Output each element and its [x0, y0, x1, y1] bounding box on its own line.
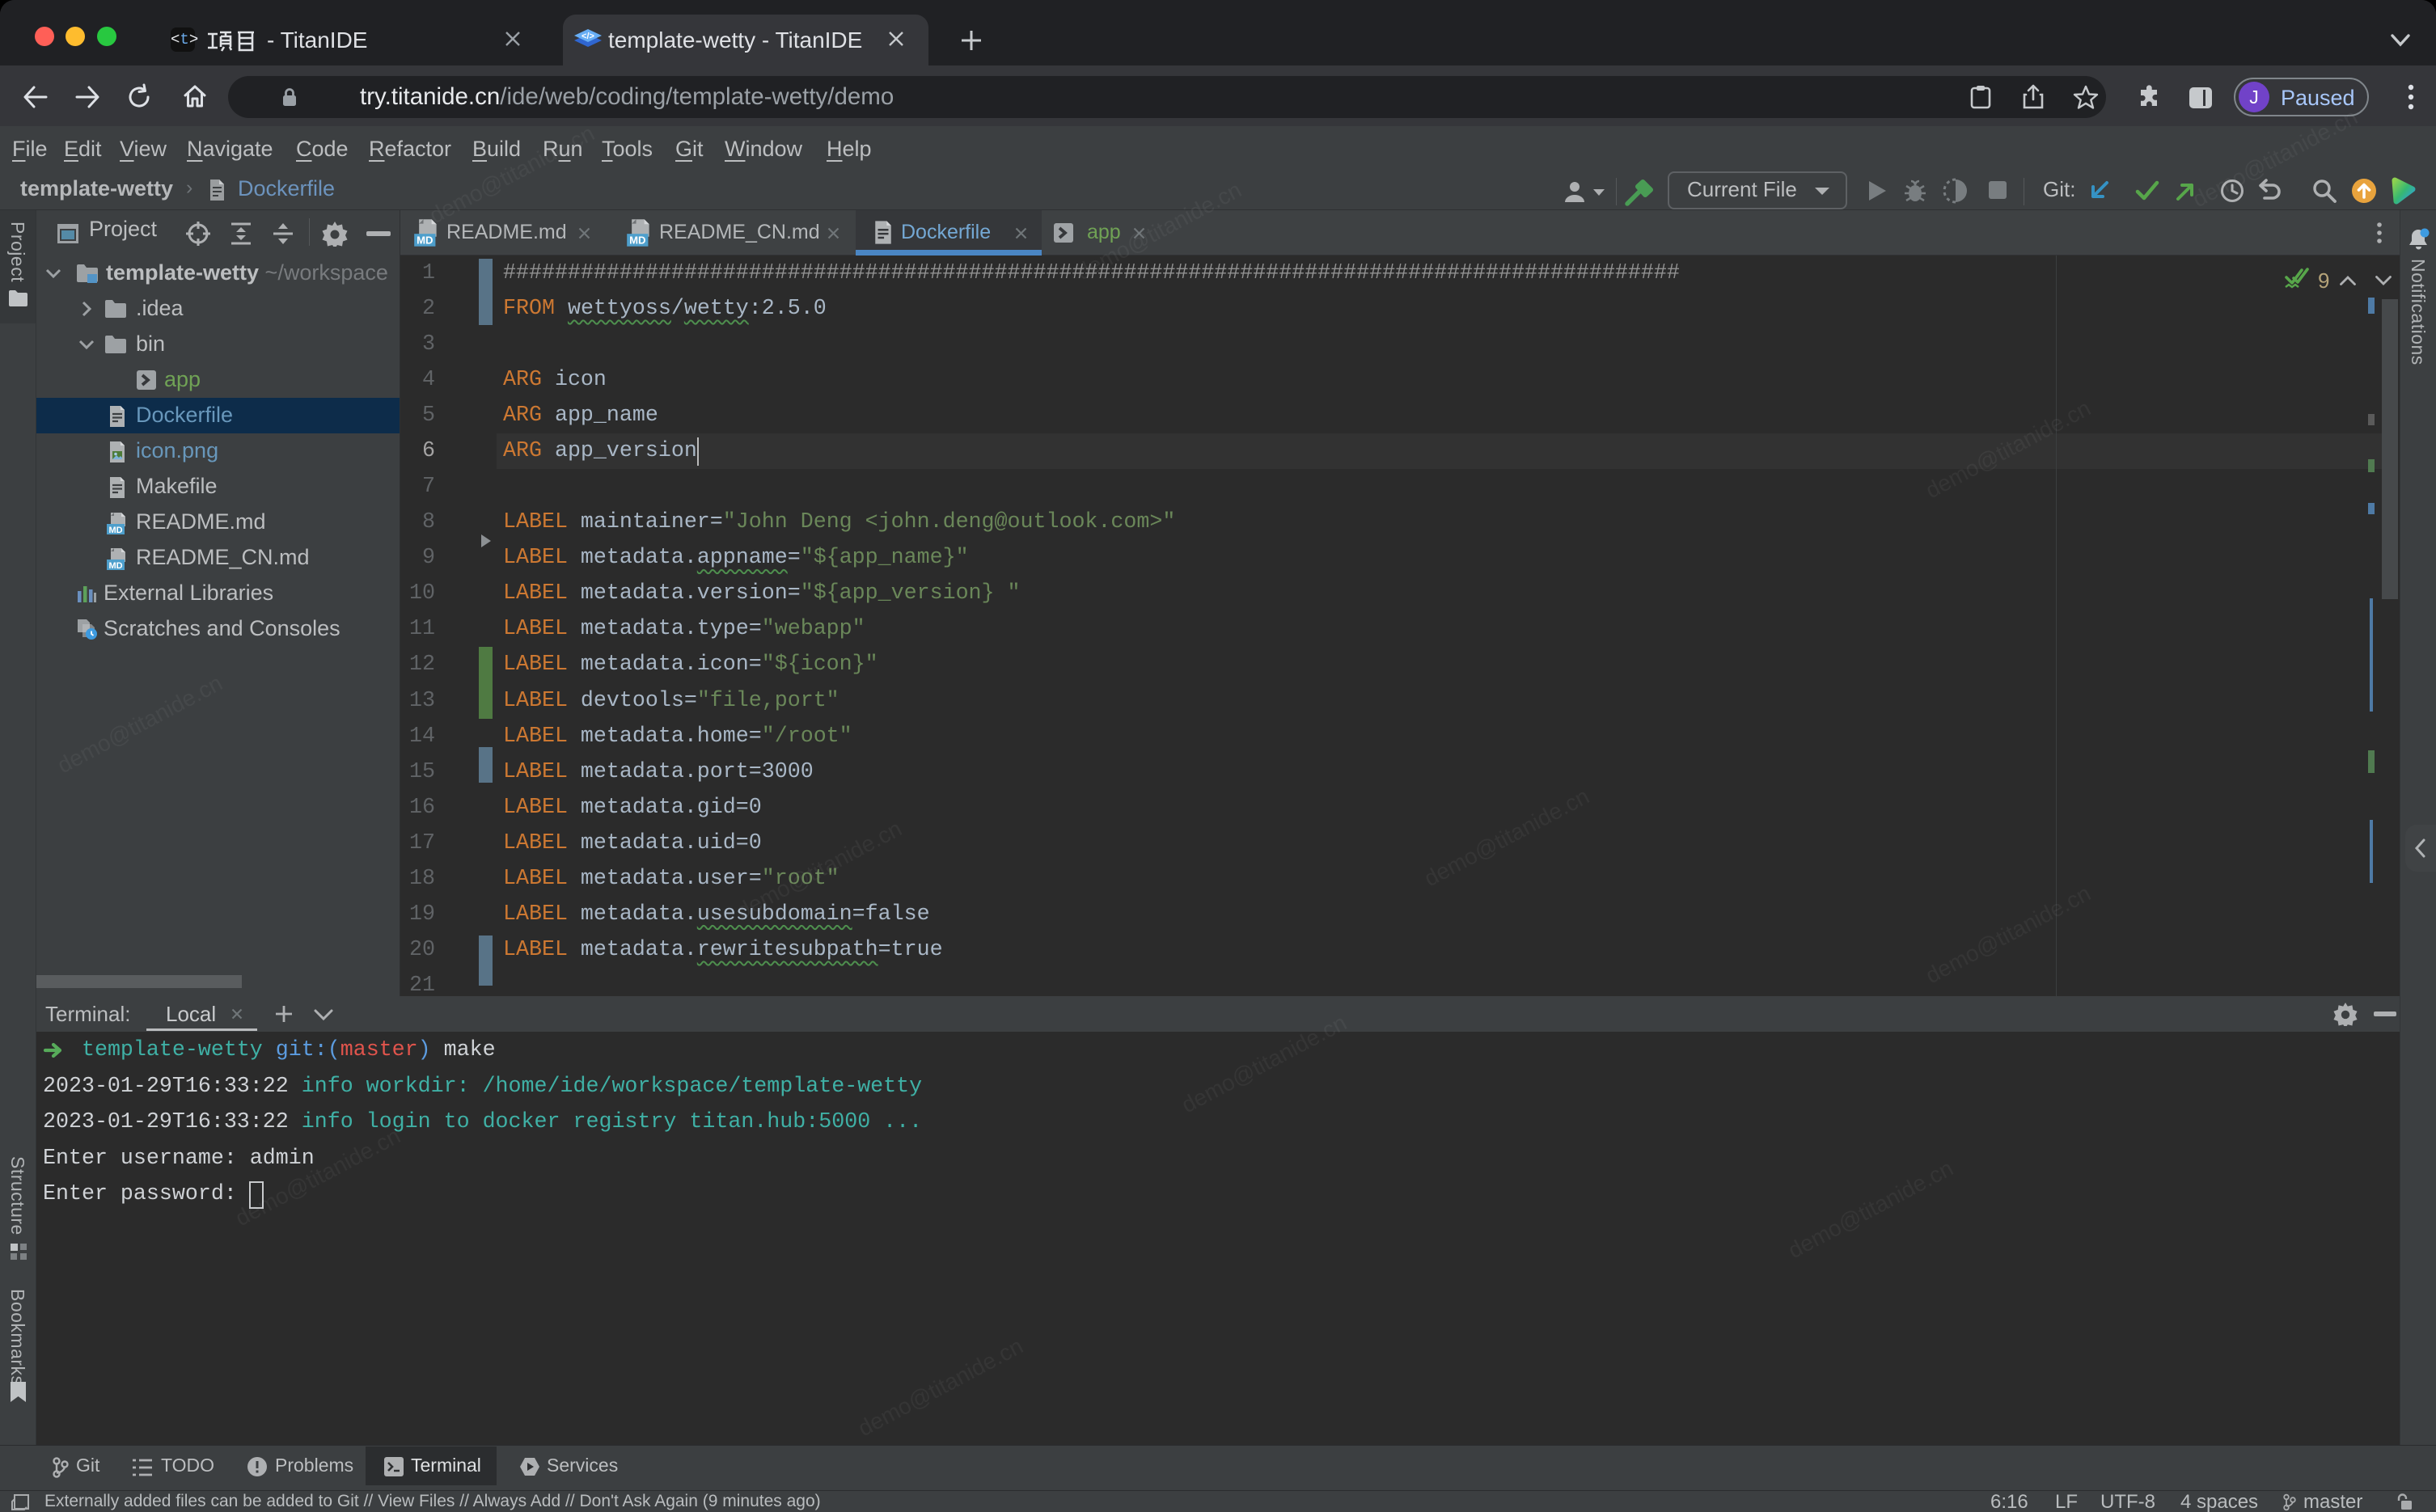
svg-text:MD: MD [629, 234, 645, 247]
svg-text:MD: MD [108, 526, 122, 534]
svg-text:MD: MD [417, 234, 433, 247]
svg-text:</>: </> [582, 32, 594, 41]
svg-text:MD: MD [108, 561, 122, 570]
